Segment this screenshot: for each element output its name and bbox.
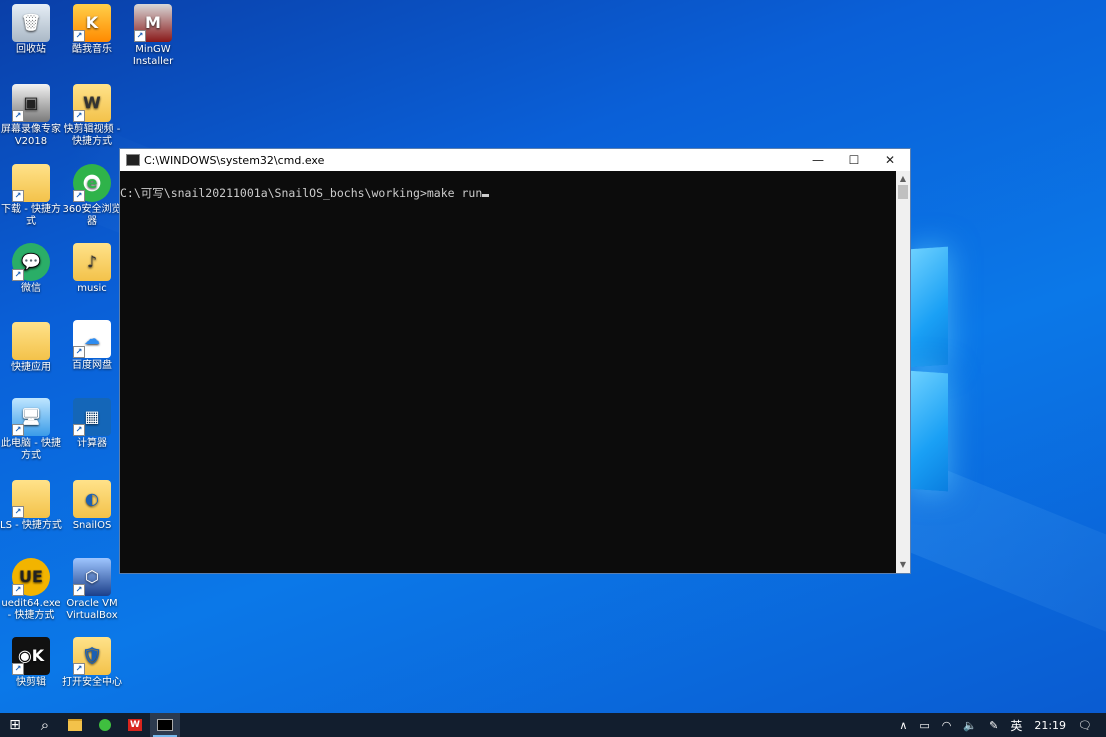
cmd-window[interactable]: C:\WINDOWS\system32\cmd.exe — ☐ ✕ C:\可写\… xyxy=(119,148,911,574)
system-tray: ∧ ▭ ◠ 🔈 ✎ 英 21:19 🗨 xyxy=(893,713,1106,737)
taskbar: ⊞ ⌕ W ∧ ▭ ◠ 🔈 ✎ 英 21:19 🗨 xyxy=(0,713,1106,737)
kuwo-music-icon: K ↗ xyxy=(73,4,111,42)
wps-icon: W xyxy=(128,719,142,731)
scrollbar-thumb[interactable] xyxy=(898,185,908,199)
desktop-icon-recycle-bin[interactable]: 🗑 回收站 xyxy=(0,4,62,56)
taskbar-360-browser[interactable] xyxy=(90,713,120,737)
desktop-icon-calculator[interactable]: ▦ ↗ 计算器 xyxy=(61,398,123,450)
desktop-icon-label: 快剪辑视频 - 快捷方式 xyxy=(63,124,121,147)
this-pc-icon: 🖥 ↗ xyxy=(12,398,50,436)
desktop-icon-label: music xyxy=(77,283,107,294)
windows-logo-pane xyxy=(908,370,948,492)
console-output[interactable]: C:\可写\snail20211001a\SnailOS_bochs\worki… xyxy=(120,171,896,573)
desktop-icon-label: 此电脑 - 快捷方式 xyxy=(1,438,61,461)
desktop-icon-screen-recorder[interactable]: ▣ ↗ 屏幕录像专家 V2018 xyxy=(0,84,62,148)
windows-start-icon: ⊞ xyxy=(9,717,21,733)
pen-icon[interactable]: ✎ xyxy=(983,719,1004,732)
wifi-icon[interactable]: ◠ xyxy=(936,719,958,732)
taskbar-wps[interactable]: W xyxy=(120,713,150,737)
desktop-icon-label: MinGW Installer xyxy=(132,44,174,67)
battery-icon[interactable]: ▭ xyxy=(913,719,935,732)
show-hidden-icons-icon[interactable]: ∧ xyxy=(893,719,913,732)
desktop-icon-music[interactable]: ♪ music xyxy=(61,243,123,295)
desktop-icon-label: 屏幕录像专家 V2018 xyxy=(1,124,61,147)
music-folder-icon: ♪ xyxy=(73,243,111,281)
security-center-icon: 🛡 ↗ xyxy=(73,637,111,675)
scroll-down-arrow-icon[interactable]: ▼ xyxy=(896,559,910,571)
window-title: C:\WINDOWS\system32\cmd.exe xyxy=(144,153,325,167)
ime-indicator[interactable]: 英 xyxy=(1004,717,1028,734)
search-button[interactable]: ⌕ xyxy=(30,713,60,737)
desktop-icon-label: Oracle VM VirtualBox xyxy=(66,598,118,621)
screen-recorder-icon: ▣ ↗ xyxy=(12,84,50,122)
desktop-icon-kuwo[interactable]: K ↗ 酷我音乐 xyxy=(61,4,123,56)
console-line: C:\可写\snail20211001a\SnailOS_bochs\worki… xyxy=(120,186,483,200)
desktop-icon-label: 快剪辑 xyxy=(16,677,46,688)
wechat-icon: 💬 ↗ xyxy=(12,243,50,281)
desktop-icon-label: 打开安全中心 xyxy=(62,677,122,688)
browser-360-icon: e ↗ xyxy=(73,164,111,202)
taskbar-cmd[interactable] xyxy=(150,713,180,737)
folder-icon: ↗ xyxy=(12,164,50,202)
desktop-icon-label: 微信 xyxy=(21,283,41,294)
desktop-icon-security-center[interactable]: 🛡 ↗ 打开安全中心 xyxy=(61,637,123,689)
search-icon: ⌕ xyxy=(40,716,50,734)
desktop-icon-mingw[interactable]: M ↗ MinGW Installer xyxy=(122,4,184,68)
recycle-bin-icon: 🗑 xyxy=(12,4,50,42)
virtualbox-icon: ⬡ ↗ xyxy=(73,558,111,596)
desktop-icon-label: uedit64.exe - 快捷方式 xyxy=(1,598,61,621)
desktop-icon-this-pc[interactable]: 🖥 ↗ 此电脑 - 快捷方式 xyxy=(0,398,62,462)
folder-icon xyxy=(12,322,50,360)
volume-icon[interactable]: 🔈 xyxy=(957,719,983,732)
desktop-icon-label: 下载 - 快捷方式 xyxy=(1,204,61,227)
snailos-folder-icon: ◐ xyxy=(73,480,111,518)
cmd-icon xyxy=(157,719,173,731)
window-titlebar[interactable]: C:\WINDOWS\system32\cmd.exe — ☐ ✕ xyxy=(120,149,910,171)
document-shortcut-icon: W ↗ xyxy=(73,84,111,122)
desktop-icon-virtualbox[interactable]: ⬡ ↗ Oracle VM VirtualBox xyxy=(61,558,123,622)
desktop-icon-quick-apps[interactable]: 快捷应用 xyxy=(0,322,62,374)
desktop-icon-label: 360安全浏览器 xyxy=(62,204,122,227)
scroll-up-arrow-icon[interactable]: ▲ xyxy=(896,173,910,185)
cmd-icon xyxy=(126,154,140,166)
desktop-icon-label: 计算器 xyxy=(77,438,107,449)
clock[interactable]: 21:19 xyxy=(1028,719,1072,732)
desktop-icon-baidu-netdisk[interactable]: ☁ ↗ 百度网盘 xyxy=(61,320,123,372)
desktop-icon-snailos[interactable]: ◐ SnailOS xyxy=(61,480,123,532)
baidu-netdisk-icon: ☁ ↗ xyxy=(73,320,111,358)
desktop-icon-uedit64[interactable]: UE ↗ uedit64.exe - 快捷方式 xyxy=(0,558,62,622)
calculator-icon: ▦ ↗ xyxy=(73,398,111,436)
mingw-installer-icon: M ↗ xyxy=(134,4,172,42)
desktop-icon-label: 酷我音乐 xyxy=(72,44,112,55)
vertical-scrollbar[interactable]: ▲ ▼ xyxy=(896,171,910,573)
close-button[interactable]: ✕ xyxy=(872,149,908,171)
minimize-button[interactable]: — xyxy=(800,149,836,171)
notifications-icon[interactable]: 🗨 xyxy=(1072,719,1106,732)
taskbar-file-explorer[interactable] xyxy=(60,713,90,737)
desktop-icon-label: 快捷应用 xyxy=(11,362,51,373)
file-explorer-icon xyxy=(68,719,82,731)
desktop-icon-downloads[interactable]: ↗ 下载 - 快捷方式 xyxy=(0,164,62,228)
maximize-button[interactable]: ☐ xyxy=(836,149,872,171)
folder-icon: ↗ xyxy=(12,480,50,518)
desktop-icon-label: SnailOS xyxy=(72,520,112,531)
desktop-icon-quickclip[interactable]: ◉K ↗ 快剪辑 xyxy=(0,637,62,689)
desktop-icon-label: 回收站 xyxy=(16,44,46,55)
desktop-icon-ls[interactable]: ↗ LS - 快捷方式 xyxy=(0,480,62,532)
windows-logo-pane xyxy=(908,246,948,368)
start-button[interactable]: ⊞ xyxy=(0,713,30,737)
desktop-icon-360-browser[interactable]: e ↗ 360安全浏览器 xyxy=(61,164,123,228)
ultraedit-icon: UE ↗ xyxy=(12,558,50,596)
text-cursor xyxy=(482,194,490,197)
desktop-icon-label: LS - 快捷方式 xyxy=(0,520,62,531)
video-editor-icon: ◉K ↗ xyxy=(12,637,50,675)
desktop-icon-label: 百度网盘 xyxy=(72,360,112,371)
desktop-icon-wechat[interactable]: 💬 ↗ 微信 xyxy=(0,243,62,295)
desktop-icon-quickclip-shortcut[interactable]: W ↗ 快剪辑视频 - 快捷方式 xyxy=(61,84,123,148)
browser-360-icon xyxy=(99,719,111,731)
